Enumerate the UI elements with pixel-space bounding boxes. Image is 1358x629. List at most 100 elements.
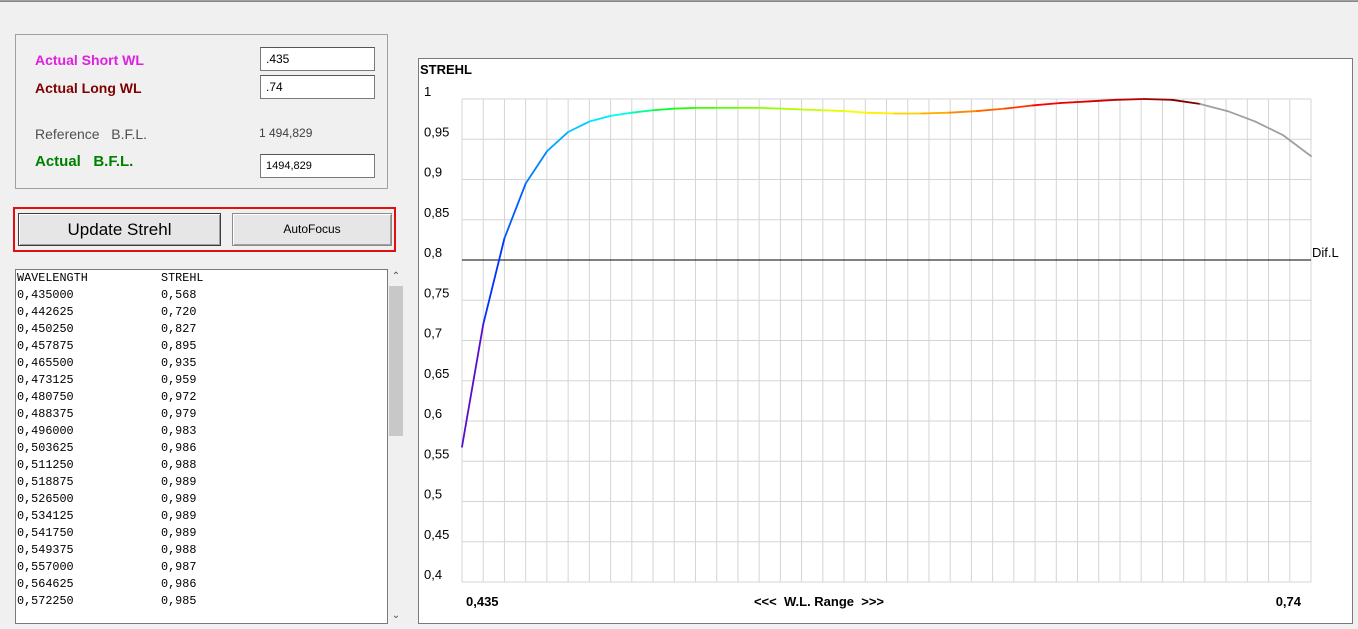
strehl-data-point bbox=[892, 112, 895, 115]
strehl-curve-segment bbox=[482, 237, 506, 326]
y-tick-label: 0,7 bbox=[424, 326, 442, 341]
wavelength-params-panel: Actual Short WL Actual Long WL Reference… bbox=[15, 34, 388, 189]
strehl-curve-segment bbox=[524, 150, 548, 185]
list-item-wavelength: 0,549375 bbox=[17, 543, 74, 557]
actual-bfl-label: Actual B.F.L. bbox=[35, 153, 134, 170]
strehl-data-point bbox=[758, 107, 760, 109]
list-item: 0,511250 0,988 bbox=[16, 457, 387, 474]
strehl-curve-segment bbox=[1198, 102, 1229, 112]
list-item-strehl: 0,989 bbox=[161, 492, 197, 506]
scroll-down-arrow-icon[interactable]: ⌄ bbox=[388, 608, 404, 624]
strehl-curve-segment bbox=[546, 131, 570, 153]
list-item-wavelength: 0,442625 bbox=[17, 305, 74, 319]
y-tick-label: 0,75 bbox=[424, 285, 449, 300]
strehl-data-point bbox=[779, 108, 781, 110]
scrollbar-thumb[interactable] bbox=[389, 286, 403, 436]
list-item-wavelength: 0,526500 bbox=[17, 492, 74, 506]
long-wl-label: Actual Long WL bbox=[35, 80, 142, 96]
list-header-row: WAVELENGTH STREHL bbox=[16, 270, 387, 287]
strehl-curve-segment bbox=[1143, 98, 1173, 101]
strehl-data-point bbox=[1059, 102, 1062, 104]
strehl-data-point bbox=[631, 112, 633, 114]
y-tick-label: 0,8 bbox=[424, 245, 442, 260]
reference-bfl-value: 1 494,829 bbox=[259, 126, 313, 140]
strehl-data-point bbox=[525, 182, 527, 185]
list-item: 0,503625 0,986 bbox=[16, 440, 387, 457]
list-item: 0,526500 0,989 bbox=[16, 491, 387, 508]
list-item: 0,457875 0,895 bbox=[16, 338, 387, 355]
strehl-curve-segment bbox=[567, 120, 591, 133]
strehl-data-point bbox=[843, 110, 845, 112]
strehl-curve-segment bbox=[864, 111, 895, 115]
scroll-up-arrow-icon[interactable]: ⌃ bbox=[388, 269, 404, 285]
list-item-wavelength: 0,557000 bbox=[17, 560, 74, 574]
y-tick-label: 0,6 bbox=[424, 406, 442, 421]
x-axis-label: <<< W.L. Range >>> bbox=[754, 594, 884, 609]
strehl-data-point bbox=[503, 237, 506, 239]
strehl-data-point bbox=[737, 107, 739, 109]
strehl-data-point bbox=[461, 446, 463, 448]
list-item: 0,496000 0,983 bbox=[16, 423, 387, 440]
strehl-data-point bbox=[1087, 100, 1089, 103]
strehl-data-point bbox=[1310, 155, 1312, 157]
list-item-wavelength: 0,503625 bbox=[17, 441, 74, 455]
strehl-curve-segment bbox=[1254, 120, 1285, 137]
list-item-strehl: 0,986 bbox=[161, 577, 197, 591]
diffraction-limit-label: Dif.L bbox=[1312, 245, 1339, 260]
list-item: 0,450250 0,827 bbox=[16, 321, 387, 338]
list-item-strehl: 0,720 bbox=[161, 305, 197, 319]
list-item-strehl: 0,959 bbox=[161, 373, 197, 387]
x-max-label: 0,74 bbox=[1276, 594, 1302, 609]
list-item: 0,557000 0,987 bbox=[16, 559, 387, 576]
strehl-data-point bbox=[694, 107, 697, 109]
list-item: 0,465500 0,935 bbox=[16, 355, 387, 372]
list-item-strehl: 0,985 bbox=[161, 594, 197, 608]
list-item-strehl: 0,988 bbox=[161, 458, 197, 472]
strehl-curve-segment bbox=[758, 106, 782, 110]
list-item-wavelength: 0,518875 bbox=[17, 475, 74, 489]
list-item-strehl: 0,827 bbox=[161, 322, 197, 336]
list-item-strehl: 0,568 bbox=[161, 288, 197, 302]
y-tick-label: 0,95 bbox=[424, 124, 449, 139]
strehl-data-point bbox=[716, 107, 718, 109]
strehl-curve-segment bbox=[609, 111, 633, 117]
update-strehl-button[interactable]: Update Strehl bbox=[18, 213, 221, 246]
strehl-data-point bbox=[652, 109, 654, 111]
actual-bfl-input[interactable] bbox=[260, 154, 375, 178]
strehl-curve-segment bbox=[1282, 134, 1312, 158]
list-scrollbar[interactable]: ⌃ ⌄ bbox=[388, 269, 404, 624]
list-item-wavelength: 0,457875 bbox=[17, 339, 74, 353]
list-item-wavelength: 0,496000 bbox=[17, 424, 74, 438]
y-tick-label: 0,4 bbox=[424, 567, 442, 582]
short-wl-input[interactable] bbox=[260, 47, 375, 71]
strehl-curve-segment bbox=[588, 115, 612, 123]
strehl-data-point bbox=[1032, 104, 1034, 107]
list-item-wavelength: 0,541750 bbox=[17, 526, 74, 540]
list-item: 0,473125 0,959 bbox=[16, 372, 387, 389]
long-wl-input[interactable] bbox=[260, 75, 375, 99]
strehl-curve-segment bbox=[1115, 98, 1145, 101]
list-item-strehl: 0,989 bbox=[161, 526, 197, 540]
strehl-curve-segment bbox=[800, 108, 824, 112]
list-item-wavelength: 0,572250 bbox=[17, 594, 74, 608]
strehl-results-list[interactable]: WAVELENGTH STREHL 0,435000 0,568 0,442625 0,… bbox=[15, 269, 388, 624]
strehl-curve-segment bbox=[779, 107, 803, 111]
strehl-data-point bbox=[1254, 120, 1256, 123]
strehl-curve-segment bbox=[652, 107, 676, 112]
strehl-curve-segment bbox=[821, 109, 845, 112]
list-item-strehl: 0,986 bbox=[161, 441, 197, 455]
list-item: 0,488375 0,979 bbox=[16, 406, 387, 423]
strehl-data-point bbox=[865, 112, 867, 114]
list-item: 0,564625 0,986 bbox=[16, 576, 387, 593]
autofocus-button[interactable]: AutoFocus bbox=[232, 213, 392, 246]
strehl-curve-segment bbox=[1170, 98, 1201, 105]
strehl-data-point bbox=[976, 110, 978, 112]
list-item: 0,518875 0,989 bbox=[16, 474, 387, 491]
list-item: 0,534125 0,989 bbox=[16, 508, 387, 525]
short-wl-label: Actual Short WL bbox=[35, 52, 144, 68]
strehl-data-point bbox=[546, 150, 548, 152]
strehl-curve-segment bbox=[630, 109, 654, 114]
strehl-data-point bbox=[920, 112, 922, 115]
list-header-wavelength: WAVELENGTH bbox=[17, 271, 88, 285]
list-item-wavelength: 0,473125 bbox=[17, 373, 74, 387]
